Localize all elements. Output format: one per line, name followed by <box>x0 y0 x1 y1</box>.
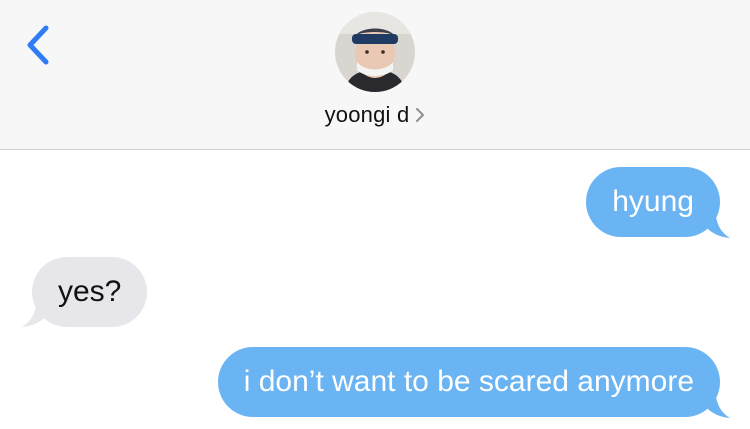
outgoing-bubble-tail <box>700 217 730 238</box>
chevron-right-icon <box>416 108 425 122</box>
message-text: i don’t want to be scared anymore <box>243 365 694 398</box>
conversation-header: yoongi d <box>0 0 750 150</box>
outgoing-message-bubble[interactable]: i don’t want to be scared anymore <box>217 347 720 417</box>
incoming-bubble-tail <box>22 306 52 327</box>
message-text: hyung <box>612 185 694 218</box>
contact-name: yoongi d <box>324 102 410 127</box>
chevron-left-icon <box>27 25 49 65</box>
message-thread: hyung yes? i don’t want to be scared any… <box>0 151 750 429</box>
outgoing-bubble-tail <box>700 397 730 418</box>
avatar-image <box>335 12 415 92</box>
contact-avatar[interactable] <box>335 12 415 92</box>
contact-name-row[interactable]: yoongi d <box>0 100 750 130</box>
back-button[interactable] <box>18 22 58 68</box>
message-text: yes? <box>58 275 122 308</box>
